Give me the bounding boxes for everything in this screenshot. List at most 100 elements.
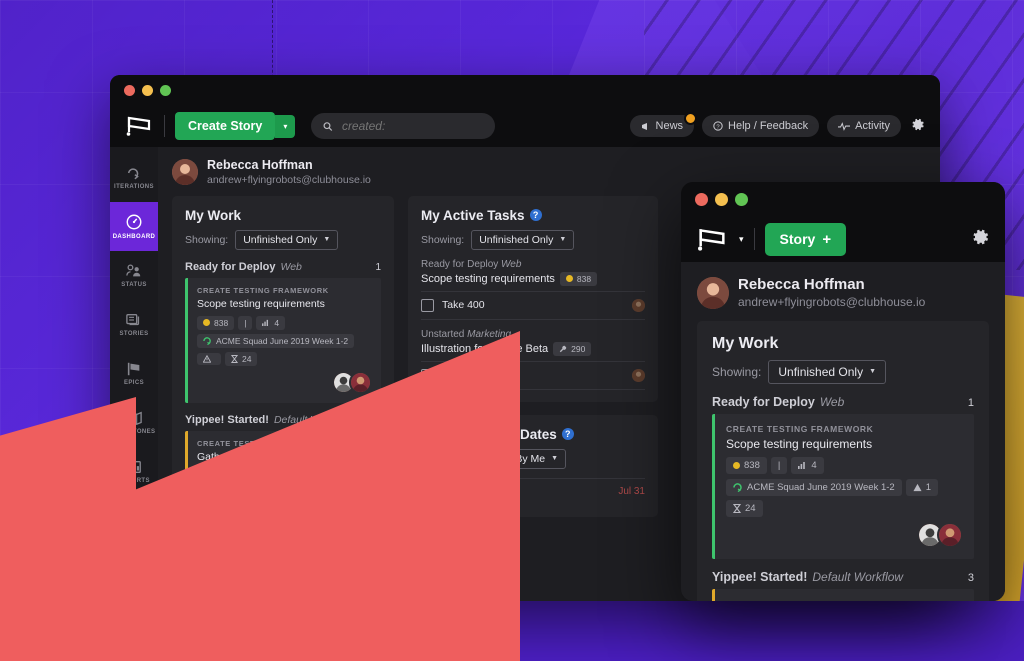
create-story-dropdown-button[interactable]: ▾ [275,115,295,138]
create-story-label: Story [780,231,816,247]
plus-icon: + [822,231,831,248]
story-epic-label: CREATE TESTING FRAMEWORK [726,424,963,434]
group-name: Ready for Deploy [712,395,815,409]
chip-label: 1 [926,482,931,493]
select-value: Unfinished Only [778,365,863,379]
maximize-window-button[interactable] [160,85,171,96]
help-icon[interactable]: ? [530,209,542,221]
signal-bars-icon [262,319,270,326]
clubhouse-flag-logo[interactable] [124,115,154,137]
close-window-button[interactable] [695,193,708,206]
chevron-down-icon: ▼ [869,368,876,375]
sidebar-item-status[interactable]: STATUS [110,251,158,300]
chip-label: 4 [274,318,279,328]
stories-cards-icon [125,312,143,328]
active-tasks-showing-select[interactable]: Unfinished Only ▼ [471,230,574,250]
warning-chip[interactable] [197,353,221,365]
task-parent-story[interactable]: Scope testing requirements 838 [421,272,645,286]
gear-icon[interactable] [909,116,926,137]
story-card[interactable]: CREATE TESTING FRAMEWORK Scope testing r… [712,414,974,559]
my-work-showing-select[interactable]: Unfinished Only ▼ [768,360,886,384]
search-box[interactable] [311,113,495,139]
avatar[interactable] [632,369,645,382]
story-chip-row-2: ACME Squad June 2019 Week 1-2 1 [726,479,963,517]
news-button[interactable]: News [630,115,695,137]
task-row[interactable]: Take 400 [421,291,645,320]
clubhouse-flag-logo[interactable] [695,227,729,252]
group-project: Default Workflow [812,570,903,584]
task-checkbox[interactable] [421,299,434,312]
story-chip-row: 838 | 4 [726,457,963,474]
group-count: 1 [375,262,381,273]
estimate-chip[interactable]: 838 [560,272,597,286]
avatar[interactable] [172,159,198,185]
task-state: Ready for Deploy [421,259,498,270]
story-card[interactable]: CREATE TESTING FRAMEWORK Scope testing r… [185,278,381,403]
iterations-icon [125,165,143,181]
create-story-button[interactable]: Create Story [175,112,275,140]
gear-icon[interactable] [969,226,991,252]
help-feedback-label: Help / Feedback [728,120,808,132]
sidebar-item-epics[interactable]: EPICS [110,349,158,398]
story-group-header: Ready for Deploy Web 1 [712,395,974,409]
activity-pulse-icon [838,122,850,131]
question-circle-icon: ? [713,121,723,131]
select-value: Unfinished Only [479,234,553,246]
hourglass-chip[interactable]: 24 [225,352,257,366]
create-story-button[interactable]: Story + [765,223,847,256]
hourglass-chip[interactable]: 24 [726,500,763,517]
close-window-button[interactable] [124,85,135,96]
story-group-header: Ready for Deploy Web 1 [185,261,381,273]
chevron-down-icon: ▼ [559,236,566,243]
user-name: Rebecca Hoffman [738,276,925,295]
divider-chip: | [771,457,787,474]
logo-dropdown-caret-icon[interactable]: ▾ [739,234,744,245]
divider-chip: | [238,316,252,330]
chip-label: 838 [577,274,591,284]
main-window-titlebar [110,75,940,105]
user-name: Rebecca Hoffman [207,158,371,174]
signal-chip[interactable]: 4 [256,316,285,330]
my-work-showing-select[interactable]: Unfinished Only ▼ [235,230,338,250]
avatar[interactable] [697,277,729,309]
search-input[interactable] [340,118,483,134]
epics-flag-icon [125,361,143,377]
warning-chip[interactable]: 1 [906,479,938,496]
hourglass-icon [733,504,741,513]
signal-chip[interactable]: 4 [791,457,823,474]
minimize-window-button[interactable] [715,193,728,206]
user-email: andrew+flyingrobots@clubhouse.io [738,295,925,310]
chip-label: 24 [242,354,251,364]
avatar[interactable] [937,522,963,548]
my-work-filter-row: Showing: Unfinished Only ▼ [712,360,974,384]
news-notification-badge [684,112,697,125]
topbar-divider [754,228,755,250]
estimate-chip[interactable]: 838 [197,316,234,330]
warning-triangle-icon [913,483,922,492]
maximize-window-button[interactable] [735,193,748,206]
sidebar-item-dashboard[interactable]: DASHBOARD [110,202,158,251]
story-card[interactable]: CREATE TESTING FRAMEWORK Gather feedback… [712,589,974,601]
chip-label: | [244,318,246,328]
minimize-window-button[interactable] [142,85,153,96]
task-parent-story[interactable]: Illustration for Mobile Beta 290 [421,342,645,356]
sidebar-item-stories[interactable]: STORIES [110,300,158,349]
wrench-icon [559,345,567,353]
estimate-chip[interactable]: 838 [726,457,767,474]
due-item-date: Jul 31 [618,486,645,497]
warning-triangle-icon [203,355,211,363]
avatar[interactable] [632,299,645,312]
activity-button[interactable]: Activity [827,115,901,137]
help-feedback-button[interactable]: ? Help / Feedback [702,115,819,137]
sidebar-item-iterations[interactable]: ITERATIONS [110,153,158,202]
avatar[interactable] [349,371,372,394]
help-icon[interactable]: ? [562,428,574,440]
topbar-right-actions: News ? Help / Feedback Activity [630,115,926,137]
story-title: Scope testing requirements [197,298,372,310]
secondary-content: Rebecca Hoffman andrew+flyingrobots@club… [681,262,1005,601]
iteration-chip[interactable]: ACME Squad June 2019 Week 1-2 [197,334,354,348]
iteration-chip[interactable]: ACME Squad June 2019 Week 1-2 [726,479,902,496]
my-work-card: My Work Showing: Unfinished Only ▼ Ready… [697,321,989,601]
wrench-chip[interactable]: 290 [553,342,591,356]
estimate-dot-icon [733,462,740,469]
